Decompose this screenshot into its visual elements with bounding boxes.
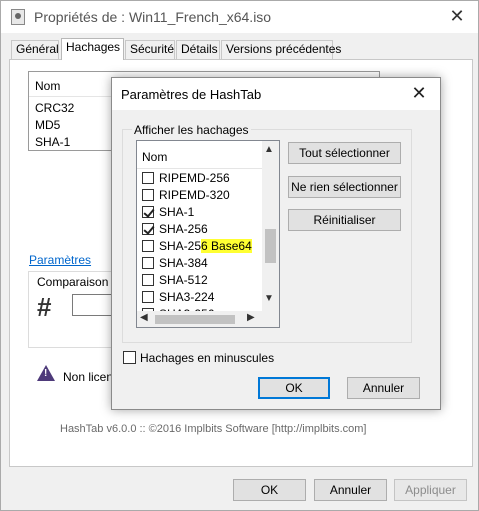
list-item[interactable]: CRC32	[35, 101, 74, 115]
file-icon	[11, 9, 25, 25]
list-item-sha-384[interactable]: SHA-384	[142, 255, 262, 272]
scroll-right-icon[interactable]: ▶	[247, 312, 255, 323]
list-item-label: RIPEMD-256	[159, 171, 230, 185]
list-item-label: SHA-384	[159, 256, 208, 270]
hashtab-settings-dialog: Paramètres de HashTab ✕ Afficher les hac…	[111, 77, 441, 410]
reset-button[interactable]: Réinitialiser	[288, 209, 401, 231]
checkbox[interactable]	[142, 291, 154, 303]
warning-icon: !	[37, 365, 55, 381]
cancel-button[interactable]: Annuler	[314, 479, 387, 501]
dialog-title: Paramètres de HashTab	[121, 87, 262, 102]
checkbox[interactable]	[142, 240, 154, 252]
list-item-label: SHA-1	[159, 205, 195, 219]
properties-titlebar: Propriétés de : Win11_French_x64.iso ✕	[1, 1, 478, 33]
settings-link[interactable]: Paramètres	[29, 253, 91, 267]
scroll-down-icon[interactable]: ▼	[264, 293, 274, 304]
dialog-titlebar: Paramètres de HashTab ✕	[112, 78, 440, 110]
list-item-label: SHA3-224	[159, 290, 215, 304]
list-item-ripemd-256[interactable]: RIPEMD-256	[142, 170, 262, 187]
ok-button[interactable]: OK	[233, 479, 306, 501]
scroll-thumb[interactable]	[155, 315, 235, 324]
checkbox-checked[interactable]	[142, 223, 154, 235]
checkbox[interactable]	[142, 257, 154, 269]
highlighted-text: 6 Base64	[201, 239, 252, 253]
select-all-button[interactable]: Tout sélectionner	[288, 142, 401, 164]
list-item[interactable]: SHA-1	[35, 135, 70, 149]
checkbox[interactable]	[142, 274, 154, 286]
scrollbar-corner	[262, 311, 279, 327]
apply-button[interactable]: Appliquer	[394, 479, 467, 501]
tab-details[interactable]: Détails	[176, 40, 220, 59]
close-icon[interactable]: ✕	[408, 83, 430, 104]
group-label: Afficher les hachages	[132, 123, 251, 137]
scroll-up-icon[interactable]: ▲	[264, 144, 274, 155]
list-item-label: SHA-512	[159, 273, 208, 287]
tab-previous-versions[interactable]: Versions précédentes	[221, 40, 341, 59]
tab-hashes[interactable]: Hachages	[61, 38, 124, 60]
list-item-sha3-224[interactable]: SHA3-224	[142, 289, 262, 306]
header-divider	[137, 168, 262, 169]
properties-title: Propriétés de : Win11_French_x64.iso	[34, 9, 272, 25]
checkbox-checked[interactable]	[142, 206, 154, 218]
checkbox[interactable]	[142, 189, 154, 201]
lowercase-checkbox[interactable]	[123, 351, 136, 364]
close-icon[interactable]: ✕	[444, 5, 470, 27]
list-item-sha-256-base64[interactable]: SHA-256 Base64	[142, 238, 262, 255]
list-item-sha-1[interactable]: SHA-1	[142, 204, 262, 221]
checkbox[interactable]	[142, 172, 154, 184]
cancel-button[interactable]: Annuler	[347, 377, 420, 399]
label-prefix: SHA-25	[159, 239, 202, 253]
tab-general[interactable]: Général	[11, 40, 59, 59]
select-none-button[interactable]: Ne rien sélectionner	[288, 176, 401, 198]
list-item-sha-512[interactable]: SHA-512	[142, 272, 262, 289]
horizontal-scrollbar[interactable]: ◀ ▶	[137, 311, 262, 327]
version-credit: HashTab v6.0.0 :: ©2016 Implbits Softwar…	[60, 423, 367, 435]
ok-button[interactable]: OK	[258, 377, 330, 399]
vertical-scrollbar[interactable]: ▲ ▼	[262, 141, 279, 311]
list-item-ripemd-320[interactable]: RIPEMD-320	[142, 187, 262, 204]
lowercase-label[interactable]: Hachages en minuscules	[140, 351, 274, 365]
list-header[interactable]: Nom	[142, 150, 167, 164]
hash-icon: #	[37, 292, 52, 322]
hash-algorithm-list[interactable]: Nom RIPEMD-256 RIPEMD-320 SHA-1 SHA-256 …	[136, 140, 280, 328]
list-item-label: RIPEMD-320	[159, 188, 230, 202]
scroll-thumb[interactable]	[265, 229, 276, 263]
hash-list-header[interactable]: Nom	[35, 79, 60, 93]
list-item-label: SHA-256 Base64	[159, 239, 252, 253]
list-item-label: SHA-256	[159, 222, 208, 236]
scroll-left-icon[interactable]: ◀	[140, 312, 148, 323]
list-item[interactable]: MD5	[35, 118, 60, 132]
tab-security[interactable]: Sécurité	[125, 40, 175, 59]
list-item-sha-256[interactable]: SHA-256	[142, 221, 262, 238]
